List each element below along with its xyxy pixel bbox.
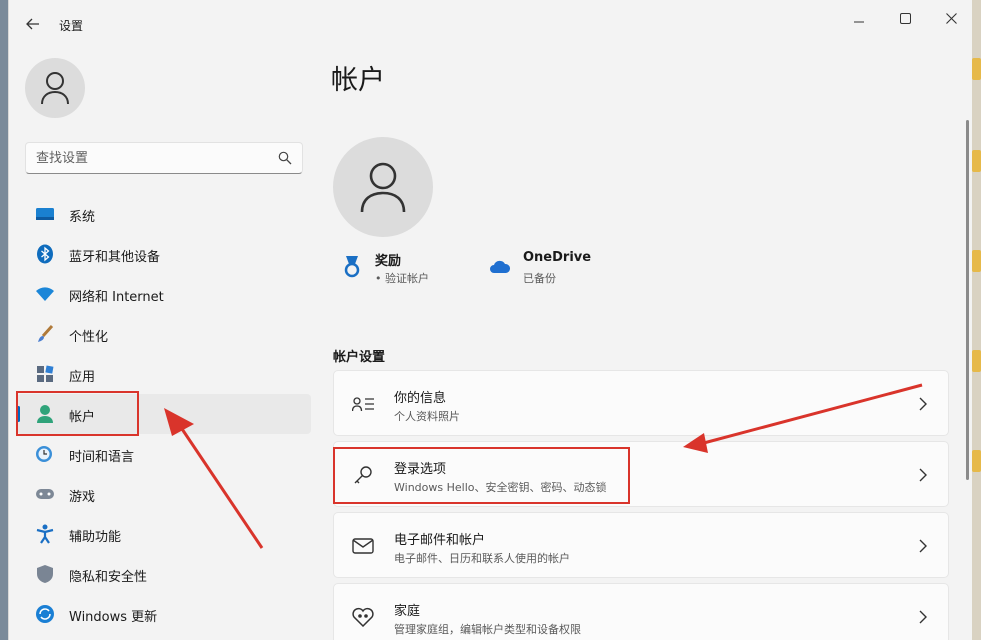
card-title: 家庭	[394, 604, 421, 619]
sidebar-item-label: Windows 更新	[69, 610, 158, 625]
family-heart-icon	[352, 606, 374, 628]
sidebar-item-label: 帐户	[69, 410, 96, 425]
rewards-block[interactable]: 奖励 • 验证帐户	[339, 248, 479, 288]
sidebar-item-privacy[interactable]: 隐私和安全性	[17, 554, 311, 594]
gamepad-icon	[35, 484, 55, 504]
system-icon	[35, 204, 55, 224]
sidebar-item-windows-update[interactable]: Windows 更新	[17, 594, 311, 634]
minimize-button[interactable]	[839, 6, 879, 30]
card-title: 你的信息	[394, 391, 447, 406]
maximize-button[interactable]	[885, 6, 925, 30]
person-list-icon	[352, 393, 374, 415]
onedrive-subtitle: 已备份	[523, 272, 556, 285]
card-subtitle: 个人资料照片	[394, 410, 460, 423]
desktop-icon	[972, 150, 981, 172]
sidebar-item-network[interactable]: 网络和 Internet	[17, 274, 311, 314]
account-avatar[interactable]	[333, 137, 433, 237]
sign-in-options-card[interactable]: 登录选项 Windows Hello、安全密钥、密码、动态锁	[333, 441, 949, 507]
scrollbar[interactable]	[966, 120, 969, 480]
rewards-title: 奖励	[375, 254, 402, 269]
card-subtitle: 管理家庭组，编辑帐户类型和设备权限	[394, 623, 581, 636]
desktop-icon	[972, 58, 981, 80]
sidebar-item-bluetooth[interactable]: 蓝牙和其他设备	[17, 234, 311, 274]
sidebar-item-accounts[interactable]: 帐户	[17, 394, 311, 434]
chevron-right-icon	[919, 468, 927, 482]
sidebar-item-apps[interactable]: 应用	[17, 354, 311, 394]
cloud-icon	[487, 254, 513, 280]
settings-window: 设置 系统 蓝牙和其他设备	[8, 0, 972, 640]
section-title: 帐户设置	[333, 350, 386, 365]
onedrive-block[interactable]: OneDrive 已备份	[487, 248, 617, 288]
key-icon	[352, 464, 374, 486]
search-box[interactable]	[25, 142, 303, 174]
minimize-icon	[854, 21, 864, 23]
main-content: 帐户 奖励 • 验证帐户 OneDrive 已备份 帐户设置 你的信息 个人资料…	[319, 50, 972, 640]
desktop-background-strip	[972, 0, 981, 640]
onedrive-title: OneDrive	[523, 250, 592, 265]
medal-icon	[339, 254, 365, 280]
page-title: 帐户	[331, 65, 385, 96]
card-title: 电子邮件和帐户	[394, 533, 486, 548]
accessibility-icon	[35, 524, 55, 544]
account-icon	[35, 404, 55, 424]
card-subtitle: 电子邮件、日历和联系人使用的帐户	[394, 552, 570, 565]
user-avatar[interactable]	[25, 58, 85, 118]
sidebar-item-accessibility[interactable]: 辅助功能	[17, 514, 311, 554]
sidebar-item-label: 蓝牙和其他设备	[69, 250, 161, 265]
sidebar: 系统 蓝牙和其他设备 网络和 Internet 个性化 应用 帐户	[9, 50, 317, 640]
family-card[interactable]: 家庭 管理家庭组，编辑帐户类型和设备权限	[333, 583, 949, 640]
sidebar-item-gaming[interactable]: 游戏	[17, 474, 311, 514]
chevron-right-icon	[919, 397, 927, 411]
close-icon	[945, 12, 957, 24]
sidebar-item-label: 辅助功能	[69, 530, 122, 545]
person-icon	[41, 72, 69, 105]
sidebar-item-label: 个性化	[69, 330, 109, 345]
sidebar-item-label: 游戏	[69, 490, 96, 505]
search-input[interactable]	[36, 143, 266, 173]
brush-icon	[35, 324, 55, 344]
chevron-right-icon	[919, 539, 927, 553]
wifi-icon	[35, 284, 55, 304]
sidebar-item-system[interactable]: 系统	[17, 194, 311, 234]
rewards-subtitle: • 验证帐户	[375, 272, 429, 285]
sidebar-item-label: 网络和 Internet	[69, 290, 164, 305]
close-button[interactable]	[931, 6, 971, 30]
mail-icon	[352, 535, 374, 557]
sidebar-item-label: 系统	[69, 210, 96, 225]
sidebar-nav: 系统 蓝牙和其他设备 网络和 Internet 个性化 应用 帐户 时间和语言 …	[17, 194, 311, 634]
sidebar-item-label: 隐私和安全性	[69, 570, 148, 585]
title-bar: 设置	[9, 0, 972, 50]
apps-icon	[35, 364, 55, 384]
shield-icon	[35, 564, 55, 584]
sidebar-item-personalization[interactable]: 个性化	[17, 314, 311, 354]
your-info-card[interactable]: 你的信息 个人资料照片	[333, 370, 949, 436]
card-title: 登录选项	[394, 462, 447, 477]
desktop-icon	[972, 450, 981, 472]
maximize-icon	[899, 12, 911, 24]
sidebar-item-label: 时间和语言	[69, 450, 135, 465]
email-accounts-card[interactable]: 电子邮件和帐户 电子邮件、日历和联系人使用的帐户	[333, 512, 949, 578]
chevron-right-icon	[919, 610, 927, 624]
card-subtitle: Windows Hello、安全密钥、密码、动态锁	[394, 481, 607, 494]
arrow-left-icon	[26, 18, 39, 30]
desktop-icon	[972, 350, 981, 372]
search-icon[interactable]	[278, 151, 292, 165]
bluetooth-icon	[35, 244, 55, 264]
app-title: 设置	[59, 19, 84, 33]
person-icon	[360, 162, 406, 213]
sidebar-item-time-language[interactable]: 时间和语言	[17, 434, 311, 474]
update-icon	[35, 604, 55, 624]
clock-globe-icon	[35, 444, 55, 464]
back-button[interactable]	[21, 12, 45, 36]
sidebar-item-label: 应用	[69, 370, 96, 385]
desktop-icon	[972, 250, 981, 272]
